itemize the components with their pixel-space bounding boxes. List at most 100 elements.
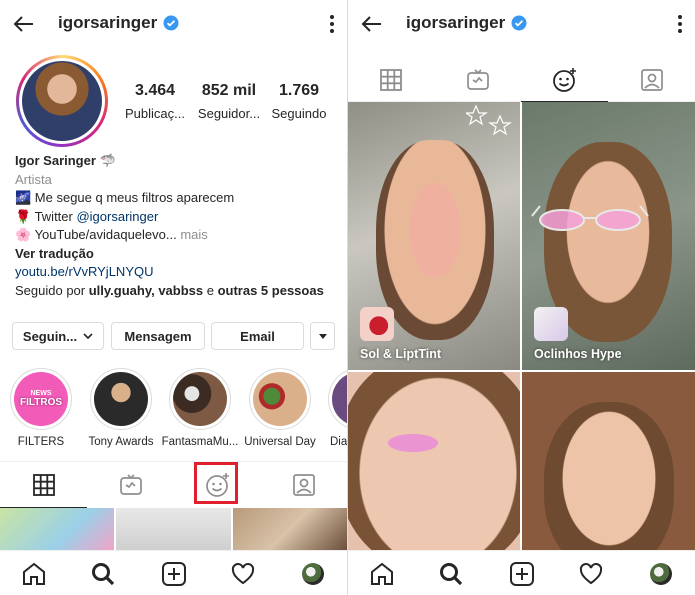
effect-icon-glasses [534,307,568,341]
stat-posts[interactable]: 3.464 Publicaç... [115,82,195,121]
profile-avatar[interactable] [16,55,108,147]
effect-preview-face [544,402,674,550]
followed-by-users[interactable]: ully.guahy, vabbss [89,283,203,298]
tagged-icon [293,474,315,496]
followed-by-others[interactable]: outras 5 pessoas [218,283,324,298]
email-button[interactable]: Email [211,322,304,350]
add-icon[interactable] [161,561,187,587]
profile-username: igorsaringer [406,13,527,33]
tab-igtv[interactable] [434,58,521,102]
effect-icon-lipstick [360,307,394,341]
stat-following[interactable]: 1.769 Seguindo [259,82,339,121]
profile-name: Igor Saringer [15,153,96,168]
grid-icon [32,473,55,496]
message-button[interactable]: Mensagem [111,322,205,350]
tab-effects[interactable] [521,58,608,102]
pink-glasses-icon [531,205,649,231]
bottom-navigation [0,550,347,595]
highlight-cover [253,372,307,426]
post-thumbnail[interactable] [232,508,347,550]
profile-category: Artista [15,171,52,187]
chevron-down-icon [83,333,93,340]
search-icon[interactable] [438,561,464,587]
following-label: Seguin... [22,328,78,344]
highlight-label: Universal Day [244,436,316,448]
back-arrow-icon[interactable] [360,12,384,36]
effect-preview-face [348,372,520,550]
effect-tile[interactable]: Sol & LiptTint [348,102,520,370]
effect-tile[interactable] [522,372,695,550]
home-icon[interactable] [21,561,47,587]
highlight-label: FILTERS [17,436,65,448]
bio-line-2: 🌹 Twitter [15,208,77,224]
post-thumbnail[interactable] [0,508,115,550]
effects-grid: Sol & LiptTint Oclinhos Hype [348,102,695,550]
highlight-tony-awards[interactable]: Tony Awards [81,368,161,448]
profile-username: igorsaringer [58,13,179,33]
highlight-fantasma[interactable]: FantasmaMu... [160,368,240,448]
effect-tile[interactable] [348,372,520,550]
stat-label: Seguidor... [197,106,261,121]
tagged-icon [640,69,663,91]
username-text: igorsaringer [58,13,158,32]
stat-value: 852 mil [201,82,257,99]
grid-icon [380,69,402,91]
highlight-cover: NEWS FILTROS [14,372,68,426]
stat-value: 3.464 [134,82,176,99]
email-label: Email [240,328,275,344]
tab-tagged[interactable] [261,462,347,508]
more-vertical-icon[interactable] [329,14,335,34]
dropdown-button[interactable] [310,322,335,350]
profile-tabs [348,58,695,102]
search-icon[interactable] [90,561,116,587]
highlight-dia[interactable]: Dia [320,368,347,448]
following-button[interactable]: Seguin... [12,322,104,350]
profile-bio: Igor Saringer 🦈 Artista 🌌 Me segue q meu… [15,152,340,300]
bottom-navigation [348,550,695,595]
stat-followers[interactable]: 852 mil Seguidor... [189,82,269,121]
igtv-icon [119,474,142,495]
effects-panel: igorsaringer Sol & LiptTint Oclinhos Hyp… [348,0,695,595]
home-icon[interactable] [369,561,395,587]
heart-icon[interactable] [578,561,604,587]
post-thumbnails [0,508,347,550]
post-thumbnail[interactable] [116,508,231,550]
stat-value: 1.769 [278,82,320,99]
dropdown-chevron-icon [318,334,327,339]
highlight-label: Tony Awards [88,436,154,448]
igtv-icon [466,69,489,90]
bio-line-1: 🌌 Me segue q meus filtros aparecem [15,190,235,205]
bio-line-3: 🌸 YouTube/avidaquelevo... [15,227,177,242]
profile-avatar-icon[interactable] [650,563,672,585]
highlight-label: Dia [330,436,347,448]
more-link[interactable]: mais [177,227,207,242]
tab-igtv[interactable] [87,462,174,508]
profile-avatar-icon[interactable] [302,563,324,585]
translate-link[interactable]: Ver tradução [15,245,340,264]
twitter-handle-link[interactable]: @igorsaringer [76,209,158,224]
back-arrow-icon[interactable] [12,12,36,36]
tab-tagged[interactable] [608,58,695,102]
effects-icon [552,67,576,92]
highlight-filters[interactable]: NEWS FILTROS FILTERS [1,368,81,448]
highlight-cover-text: FILTROS [19,397,63,408]
tab-grid[interactable] [348,58,434,102]
effect-tile[interactable]: Oclinhos Hype [522,102,695,370]
profile-panel: igorsaringer 3.464 Publicaç... 852 mil S… [0,0,347,595]
profile-tabs [0,461,347,508]
star-decoration-icon [466,104,512,136]
username-text: igorsaringer [406,13,506,32]
avatar-photo [22,61,102,141]
website-link[interactable]: youtu.be/rVvRYjLNYQU [15,263,340,282]
stat-label: Seguindo [271,106,327,121]
pink-eyeshadow [388,434,438,452]
followed-by-mid: e [203,282,218,298]
add-icon[interactable] [509,561,535,587]
highlight-universal-day[interactable]: Universal Day [240,368,320,448]
heart-icon[interactable] [230,561,256,587]
verified-icon [511,15,527,31]
highlight-cover [94,372,148,426]
tab-grid[interactable] [0,462,87,508]
more-vertical-icon[interactable] [677,14,683,34]
highlight-cover [332,372,347,426]
